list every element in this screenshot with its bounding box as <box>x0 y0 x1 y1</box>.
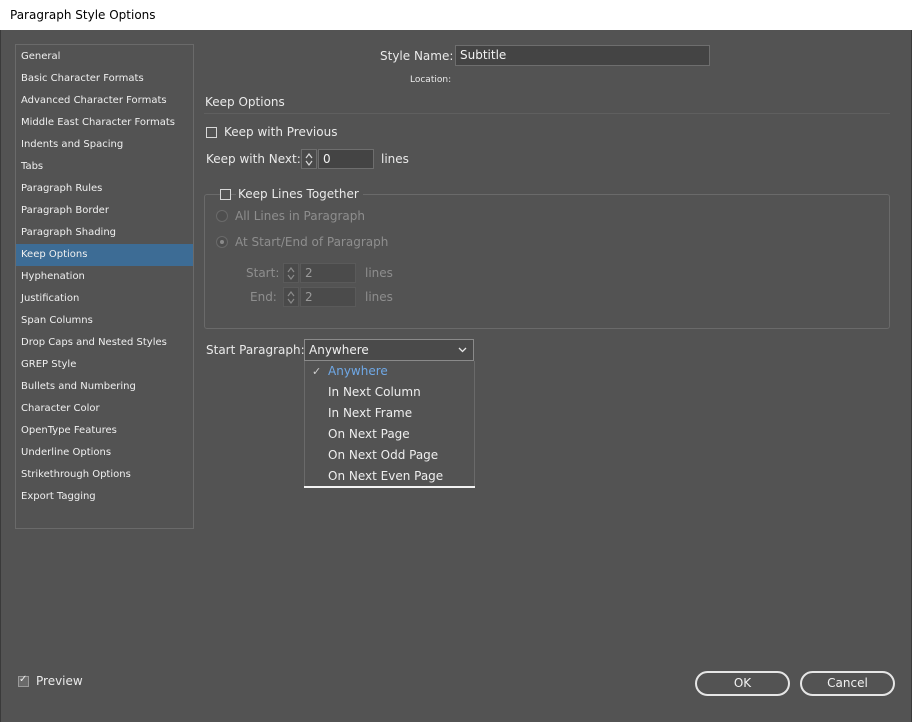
nav-item-underline-options[interactable]: Underline Options <box>16 442 193 464</box>
nav-item-strikethrough-options[interactable]: Strikethrough Options <box>16 464 193 486</box>
stepper-arrows-icon <box>305 153 313 166</box>
start-unit: lines <box>365 266 393 280</box>
all-lines-label: All Lines in Paragraph <box>235 209 365 223</box>
keep-with-previous-checkbox[interactable] <box>206 127 217 138</box>
all-lines-radio[interactable] <box>216 210 228 222</box>
checkmark-icon: ✓ <box>312 365 322 378</box>
nav-item-character-color[interactable]: Character Color <box>16 398 193 420</box>
dropdown-option-on-next-odd-page[interactable]: On Next Odd Page <box>305 445 474 466</box>
nav-item-paragraph-shading[interactable]: Paragraph Shading <box>16 222 193 244</box>
ok-button[interactable]: OK <box>695 671 790 696</box>
nav-item-justification[interactable]: Justification <box>16 288 193 310</box>
start-paragraph-select[interactable]: Anywhere <box>304 339 474 361</box>
category-list: General Basic Character Formats Advanced… <box>15 44 194 529</box>
nav-item-tabs[interactable]: Tabs <box>16 156 193 178</box>
dropdown-bottom-edge <box>304 486 475 488</box>
keep-lines-together-label[interactable]: Keep Lines Together <box>236 187 363 201</box>
style-name-label: Style Name: <box>380 49 454 63</box>
nav-item-span-columns[interactable]: Span Columns <box>16 310 193 332</box>
nav-item-basic-character-formats[interactable]: Basic Character Formats <box>16 68 193 90</box>
keep-lines-together-checkbox[interactable] <box>220 189 231 200</box>
start-label: Start: <box>246 266 280 280</box>
start-end-label: At Start/End of Paragraph <box>235 235 389 249</box>
nav-item-drop-caps-and-nested-styles[interactable]: Drop Caps and Nested Styles <box>16 332 193 354</box>
end-label: End: <box>250 290 277 304</box>
preview-label[interactable]: Preview <box>36 674 83 688</box>
style-name-input[interactable]: Subtitle <box>455 45 710 66</box>
section-divider <box>204 113 890 114</box>
nav-item-advanced-character-formats[interactable]: Advanced Character Formats <box>16 90 193 112</box>
nav-item-grep-style[interactable]: GREP Style <box>16 354 193 376</box>
nav-item-bullets-and-numbering[interactable]: Bullets and Numbering <box>16 376 193 398</box>
nav-item-indents-and-spacing[interactable]: Indents and Spacing <box>16 134 193 156</box>
keep-with-next-input[interactable]: 0 <box>318 149 374 169</box>
nav-item-hyphenation[interactable]: Hyphenation <box>16 266 193 288</box>
nav-item-general[interactable]: General <box>16 46 193 68</box>
location-label: Location: <box>410 75 452 85</box>
stepper-arrows-icon <box>287 267 295 280</box>
end-stepper[interactable] <box>283 287 299 307</box>
start-paragraph-dropdown: ✓ Anywhere In Next Column In Next Frame … <box>304 361 475 487</box>
title-bar: Paragraph Style Options <box>0 0 912 30</box>
end-unit: lines <box>365 290 393 304</box>
nav-item-paragraph-border[interactable]: Paragraph Border <box>16 200 193 222</box>
dropdown-option-label: Anywhere <box>328 364 388 378</box>
dropdown-option-in-next-column[interactable]: In Next Column <box>305 382 474 403</box>
start-end-radio[interactable] <box>216 236 228 248</box>
stepper-arrows-icon <box>287 291 295 304</box>
dropdown-option-in-next-frame[interactable]: In Next Frame <box>305 403 474 424</box>
keep-with-next-label: Keep with Next: <box>206 152 301 166</box>
nav-item-middle-east-character-formats[interactable]: Middle East Character Formats <box>16 112 193 134</box>
dropdown-option-anywhere[interactable]: ✓ Anywhere <box>305 361 474 382</box>
preview-checkbox[interactable] <box>18 674 29 687</box>
section-title: Keep Options <box>205 95 285 109</box>
dropdown-option-on-next-even-page[interactable]: On Next Even Page <box>305 466 474 487</box>
nav-item-keep-options[interactable]: Keep Options <box>16 244 193 266</box>
start-input[interactable]: 2 <box>300 263 356 283</box>
nav-item-opentype-features[interactable]: OpenType Features <box>16 420 193 442</box>
window-title: Paragraph Style Options <box>10 8 156 22</box>
cancel-button[interactable]: Cancel <box>800 671 895 696</box>
keep-with-previous-label[interactable]: Keep with Previous <box>224 125 337 139</box>
dropdown-option-on-next-page[interactable]: On Next Page <box>305 424 474 445</box>
start-stepper[interactable] <box>283 263 299 283</box>
start-paragraph-label: Start Paragraph: <box>206 343 305 357</box>
start-paragraph-value: Anywhere <box>309 343 369 357</box>
nav-item-paragraph-rules[interactable]: Paragraph Rules <box>16 178 193 200</box>
nav-item-export-tagging[interactable]: Export Tagging <box>16 486 193 508</box>
end-input[interactable]: 2 <box>300 287 356 307</box>
keep-with-next-unit: lines <box>381 152 409 166</box>
keep-with-next-stepper[interactable] <box>301 149 317 169</box>
